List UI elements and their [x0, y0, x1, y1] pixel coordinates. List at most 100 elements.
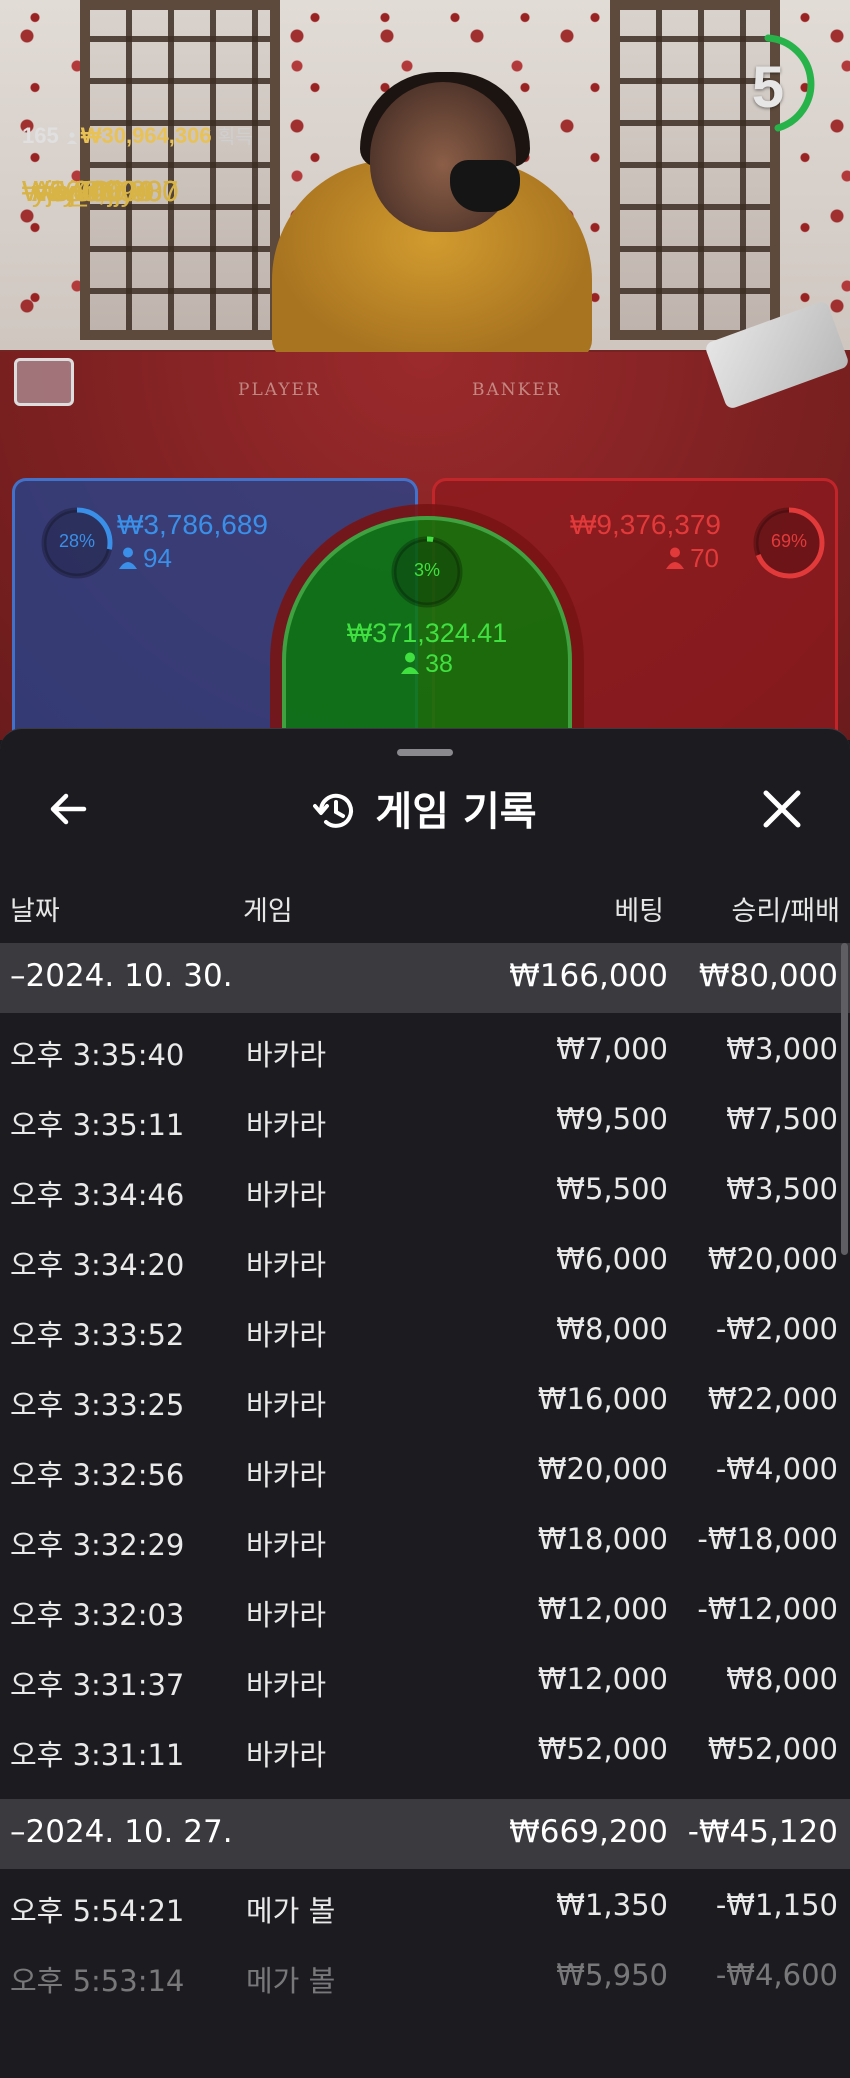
- player-percent-ring: 28%: [39, 505, 115, 581]
- banker-percent-ring: 69%: [751, 505, 827, 581]
- row-result: ₩20,000: [707, 1242, 838, 1276]
- history-row[interactable]: 오후 3:35:40 바카라 ₩7,000 ₩3,000: [0, 1013, 850, 1083]
- round-timer-seconds: 5: [751, 55, 785, 120]
- row-bet: ₩18,000: [537, 1522, 668, 1556]
- row-time: 오후 3:32:03: [10, 1598, 185, 1632]
- winners-total-label: 획득: [217, 127, 253, 148]
- tie-percent-ring: 3%: [389, 534, 465, 610]
- sheet-title: 게임 기록: [0, 779, 850, 837]
- row-bet: ₩1,350: [556, 1888, 668, 1922]
- banker-bet-amount: ₩9,376,379: [570, 509, 721, 540]
- row-result: -₩1,150: [715, 1888, 838, 1922]
- banker-bettors: 70: [666, 543, 719, 574]
- winner-name: yuyu20: [32, 175, 126, 208]
- history-row[interactable]: 오후 3:31:11 바카라 ₩52,000 ₩52,000: [0, 1713, 850, 1783]
- row-game: 바카라: [246, 1248, 327, 1282]
- row-time: 오후 3:35:40: [10, 1038, 185, 1072]
- row-game: 바카라: [246, 1108, 327, 1142]
- history-row[interactable]: 오후 3:33:52 바카라 ₩8,000 -₩2,000: [0, 1293, 850, 1363]
- group-bet-total: ₩669,200: [509, 1814, 668, 1850]
- card-shoe: [14, 358, 74, 406]
- column-header-result: 승리/패배: [731, 896, 840, 927]
- row-time: 오후 3:31:37: [10, 1668, 185, 1702]
- row-game: 메가 볼: [246, 1894, 336, 1928]
- winners-list: 165 ₩30,964,306 획득 ₩5,040,000 mx_7994 ₩3,3…: [22, 118, 253, 208]
- row-bet: ₩12,000: [537, 1592, 668, 1626]
- banker-bettors-count: 70: [690, 543, 719, 573]
- tie-bettors: 38: [286, 650, 568, 679]
- person-icon: [666, 547, 685, 569]
- row-time: 오후 5:54:21: [10, 1894, 185, 1928]
- column-header-bet: 베팅: [614, 896, 664, 927]
- row-game: 바카라: [246, 1458, 327, 1492]
- row-result: ₩3,000: [726, 1032, 838, 1066]
- row-game: 바카라: [246, 1668, 327, 1702]
- row-result: ₩7,500: [726, 1102, 838, 1136]
- player-bettors-count: 94: [143, 543, 172, 573]
- row-result: -₩4,000: [715, 1452, 838, 1486]
- history-row[interactable]: 오후 3:35:11 바카라 ₩9,500 ₩7,500: [0, 1083, 850, 1153]
- row-time: 오후 3:32:56: [10, 1458, 185, 1492]
- row-game: 바카라: [246, 1388, 327, 1422]
- history-row[interactable]: 오후 3:31:37 바카라 ₩12,000 ₩8,000: [0, 1643, 850, 1713]
- winners-total: 165 ₩30,964,306 획득: [22, 118, 253, 156]
- close-button[interactable]: [756, 783, 808, 835]
- history-row[interactable]: 오후 3:33:25 바카라 ₩16,000 ₩22,000: [0, 1363, 850, 1433]
- row-bet: ₩20,000: [537, 1452, 668, 1486]
- history-row[interactable]: 오후 3:32:56 바카라 ₩20,000 -₩4,000: [0, 1433, 850, 1503]
- sheet-title-text: 게임 기록: [375, 789, 537, 835]
- row-bet: ₩7,000: [556, 1032, 668, 1066]
- row-result: -₩12,000: [697, 1592, 838, 1626]
- row-result: -₩4,600: [715, 1958, 838, 1992]
- row-game: 메가 볼: [246, 1964, 336, 1998]
- banker-percent: 69%: [770, 531, 808, 551]
- row-bet: ₩52,000: [537, 1732, 668, 1766]
- sheet-drag-handle[interactable]: [397, 749, 453, 756]
- row-time: 오후 3:34:46: [10, 1178, 185, 1212]
- row-game: 바카라: [246, 1038, 327, 1072]
- row-game: 바카라: [246, 1318, 327, 1352]
- row-time: 오후 5:53:14: [10, 1964, 185, 1998]
- group-date: –2024. 10. 27.: [10, 1814, 233, 1850]
- row-time: 오후 3:33:52: [10, 1318, 185, 1352]
- round-timer: 5: [738, 34, 816, 134]
- history-row[interactable]: 오후 5:53:14 메가 볼 ₩5,950 -₩4,600: [0, 1939, 850, 2009]
- history-icon: [313, 793, 354, 828]
- row-time: 오후 3:35:11: [10, 1108, 185, 1142]
- history-row[interactable]: 오후 5:54:21 메가 볼 ₩1,350 -₩1,150: [0, 1869, 850, 1939]
- row-bet: ₩5,950: [556, 1958, 668, 1992]
- row-bet: ₩9,500: [556, 1102, 668, 1136]
- row-bet: ₩12,000: [537, 1662, 668, 1696]
- row-result: ₩8,000: [726, 1662, 838, 1696]
- history-row[interactable]: 오후 3:32:29 바카라 ₩18,000 -₩18,000: [0, 1503, 850, 1573]
- player-percent: 28%: [58, 531, 96, 551]
- row-result: -₩18,000: [697, 1522, 838, 1556]
- row-result: -₩2,000: [715, 1312, 838, 1346]
- live-video-feed: PLAYER BANKER 5 165 ₩30,964,306 획득 ₩5,040…: [0, 0, 850, 740]
- player-bet-amount: ₩3,786,689: [117, 509, 268, 540]
- history-row[interactable]: 오후 3:34:46 바카라 ₩5,500 ₩3,500: [0, 1153, 850, 1223]
- row-game: 바카라: [246, 1738, 327, 1772]
- player-bettors: 94: [119, 543, 172, 574]
- row-time: 오후 3:34:20: [10, 1248, 185, 1282]
- history-row[interactable]: 오후 3:34:20 바카라 ₩6,000 ₩20,000: [0, 1223, 850, 1293]
- group-bet-total: ₩166,000: [509, 958, 668, 994]
- table-label-player: PLAYER: [238, 380, 321, 400]
- tie-bet-amount: ₩371,324.41: [346, 618, 508, 648]
- history-row[interactable]: 오후 3:32:03 바카라 ₩12,000 -₩12,000: [0, 1573, 850, 1643]
- winners-total-amount: ₩30,964,306: [80, 123, 212, 148]
- person-icon: [401, 652, 420, 674]
- date-group-header[interactable]: –2024. 10. 27. ₩669,200 -₩45,120: [0, 1799, 850, 1869]
- table-label-banker: BANKER: [472, 380, 562, 400]
- row-time: 오후 3:32:29: [10, 1528, 185, 1562]
- row-result: ₩3,500: [726, 1172, 838, 1206]
- tie-percent: 3%: [413, 560, 440, 580]
- close-icon: [763, 790, 801, 828]
- column-header-game: 게임: [243, 896, 293, 927]
- scrollbar[interactable]: [841, 943, 848, 1255]
- date-group-header[interactable]: –2024. 10. 30. ₩166,000 ₩80,000: [0, 943, 850, 1013]
- row-result: ₩52,000: [707, 1732, 838, 1766]
- row-time: 오후 3:31:11: [10, 1738, 185, 1772]
- row-game: 바카라: [246, 1598, 327, 1632]
- row-bet: ₩6,000: [556, 1242, 668, 1276]
